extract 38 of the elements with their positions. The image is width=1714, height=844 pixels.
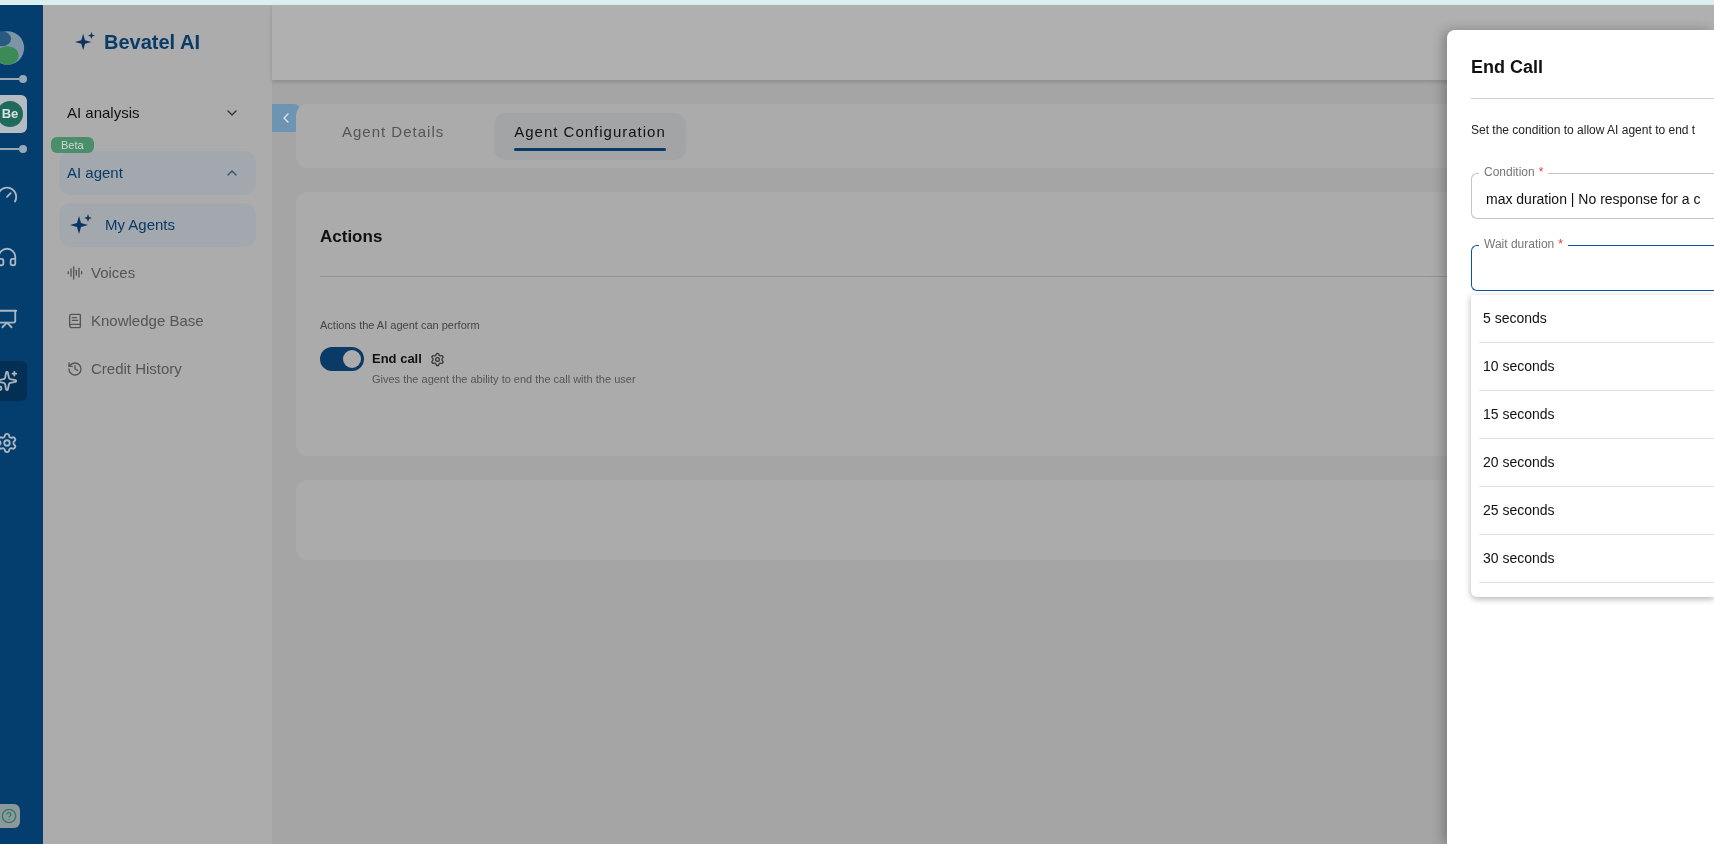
slider-line-icon <box>0 75 27 83</box>
slider-line-icon <box>0 145 27 153</box>
dropdown-option[interactable]: 5 seconds <box>1479 295 1714 343</box>
voice-icon <box>67 265 83 281</box>
brand-name: Bevatel AI <box>104 30 200 55</box>
avatar[interactable]: Be <box>0 101 23 127</box>
sidebar-group[interactable]: AI agent <box>59 151 256 195</box>
section-title: Actions <box>320 226 383 248</box>
sidebar-item-label: Knowledge Base <box>91 310 204 331</box>
field-value: max duration | No response for a c <box>1486 190 1701 209</box>
sidebar-group[interactable]: AI analysis <box>59 91 256 135</box>
sidebar-item-label: Credit History <box>91 358 182 379</box>
headset-icon[interactable] <box>0 246 18 268</box>
dropdown-option[interactable]: 20 seconds <box>1479 439 1714 487</box>
beta-badge: Beta <box>51 137 94 153</box>
history-icon <box>67 361 83 377</box>
book-icon <box>67 313 83 329</box>
action-description: Gives the agent the ability to end the call with the user <box>372 372 636 387</box>
drawer-description: Set the condition to allow AI agent to end t <box>1471 122 1697 139</box>
dropdown-option[interactable]: 25 seconds <box>1479 487 1714 535</box>
sparkle-icon[interactable] <box>0 370 18 392</box>
field-label: Wait duration <box>1484 236 1555 252</box>
logo-icon <box>0 29 26 67</box>
sidebar-item[interactable]: My Agents <box>59 203 256 247</box>
settings-icon[interactable] <box>429 351 445 367</box>
dropdown-option[interactable]: 15 seconds <box>1479 391 1714 439</box>
action-label: End call <box>372 350 422 369</box>
dropdown-option[interactable]: 30 seconds <box>1479 535 1714 583</box>
sidebar-item-label: My Agents <box>105 214 176 235</box>
tab[interactable]: Agent Configuration <box>494 112 686 160</box>
presentation-chart-icon[interactable] <box>0 308 18 330</box>
required-mark: * <box>1558 236 1563 252</box>
sidebar-item-label: Voices <box>91 262 136 283</box>
dropdown-option[interactable]: 10 seconds <box>1479 343 1714 391</box>
settings-icon[interactable] <box>0 432 18 454</box>
section-subtitle: Actions the AI agent can perform <box>320 317 480 333</box>
drawer-title: End Call <box>1471 56 1544 79</box>
toggle-switch[interactable] <box>320 347 364 371</box>
